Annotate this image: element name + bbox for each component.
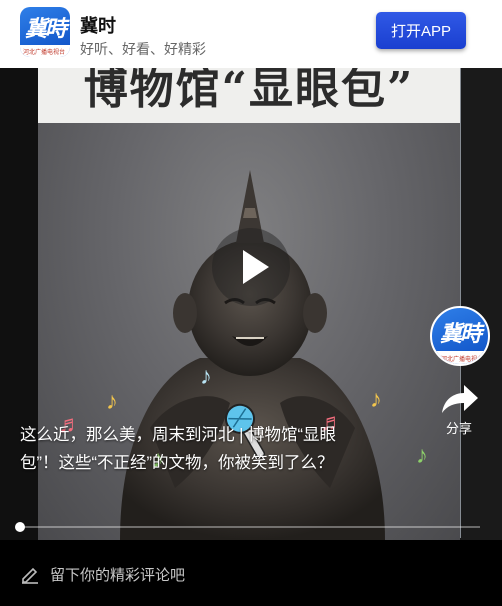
app-slogan: 好听、好看、好精彩 <box>80 41 206 57</box>
publisher-avatar-subtext: 河北广播电视台 <box>441 357 484 363</box>
progress-bar[interactable] <box>20 526 480 528</box>
app-name: 冀时 <box>80 16 116 36</box>
share-arrow-icon <box>442 385 478 413</box>
play-button[interactable] <box>212 228 290 306</box>
app-logo[interactable]: 冀時 河北广播电视台 <box>20 7 70 57</box>
video-player[interactable]: 博物馆“显眼包” ♪ ♪ ♪ ♪ ♪ ♬ ♬ 这么近，那么美，周末到河北 | 博… <box>0 68 502 540</box>
video-caption: 这么近，那么美，周末到河北 | 博物馆“显眼包”！这些“不正经”的文物，你被笑到… <box>20 426 336 472</box>
comment-input[interactable]: 留下你的精彩评论吧 <box>50 564 185 585</box>
comment-bar[interactable]: 留下你的精彩评论吧 <box>0 540 502 606</box>
music-note-icon: ♪ <box>200 363 212 390</box>
publisher-avatar[interactable]: 冀時 河北广播电视台 <box>430 306 490 366</box>
music-note-icon: ♪ <box>370 386 382 413</box>
progress-thumb[interactable] <box>15 522 25 532</box>
publisher-avatar-glyph: 冀時 <box>439 321 482 347</box>
music-note-icon: ♪ <box>106 388 118 415</box>
app-download-banner: 冀時 河北广播电视台 冀时 好听、好看、好精彩 打开APP <box>0 0 502 68</box>
open-app-button[interactable]: 打开APP <box>376 12 466 49</box>
share-label: 分享 <box>445 421 472 436</box>
app-logo-glyph: 冀時 <box>24 16 67 42</box>
music-note-icon: ♪ <box>416 442 428 469</box>
poster-edge-line <box>460 68 461 538</box>
app-logo-subtext: 河北广播电视台 <box>23 50 66 56</box>
share-button[interactable]: 分享 <box>438 383 480 439</box>
play-icon <box>243 250 269 284</box>
pencil-icon <box>22 567 38 584</box>
